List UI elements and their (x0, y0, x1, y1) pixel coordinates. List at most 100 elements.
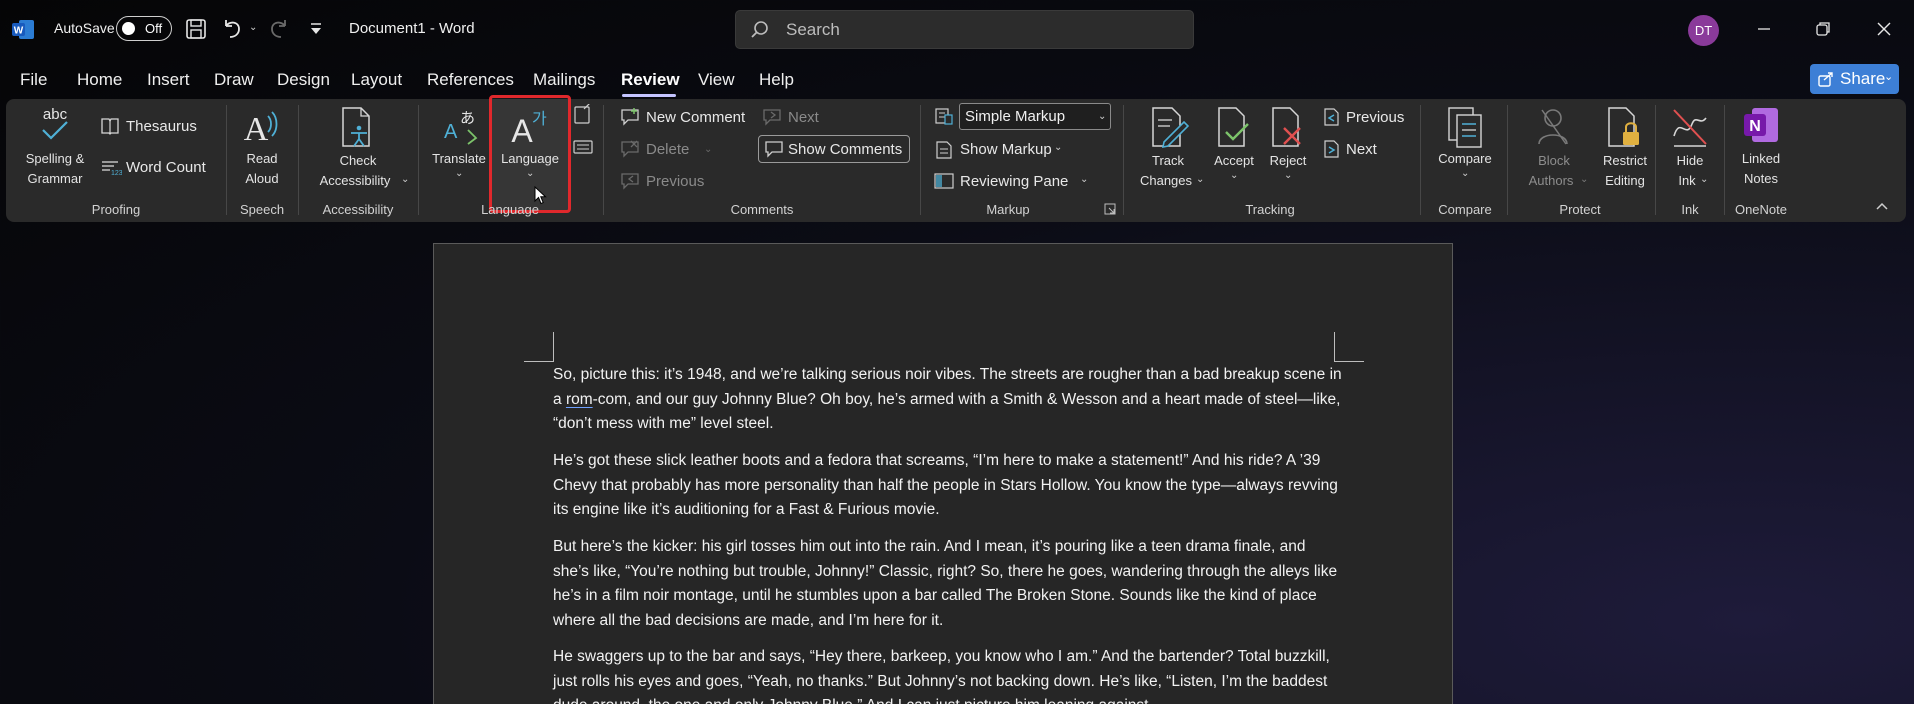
check-accessibility-button[interactable]: Check Accessibility ⌄ (303, 104, 413, 190)
tab-insert[interactable]: Insert (147, 70, 190, 90)
markup-display-value: Simple Markup (965, 108, 1066, 125)
spelling-label-1: Spelling & (25, 151, 85, 166)
search-box[interactable]: Search (735, 10, 1194, 49)
restrict-editing-label-2: Editing (1605, 173, 1645, 188)
search-icon (750, 20, 770, 40)
undo-dropdown-icon[interactable]: ⌄ (249, 22, 257, 33)
tab-file[interactable]: File (20, 70, 47, 90)
autosave-toggle[interactable]: Off (116, 16, 172, 41)
new-comment-button[interactable]: New Comment (620, 106, 750, 130)
next-comment-label: Next (788, 109, 819, 126)
block-authors-label-1: Block (1538, 153, 1570, 168)
translate-chevron-icon: ⌄ (455, 168, 464, 179)
reject-label: Reject (1269, 153, 1307, 168)
reviewing-pane-label: Reviewing Pane (960, 173, 1069, 190)
next-comment-icon (762, 108, 782, 126)
paragraph-2[interactable]: He’s got these slick leather boots and a… (553, 449, 1343, 523)
hide-ink-button[interactable]: Hide Ink ⌄ (1662, 104, 1718, 190)
group-separator (226, 105, 227, 215)
language-label: Language (501, 151, 559, 166)
svg-text:가: 가 (532, 109, 547, 128)
share-button[interactable]: Share ⌄ (1810, 64, 1899, 94)
minimize-icon[interactable] (1749, 14, 1779, 44)
linked-notes-button[interactable]: N Linked Notes (1730, 104, 1792, 190)
hide-ink-label-1: Hide (1676, 153, 1704, 168)
delete-chevron-icon: ⌄ (704, 144, 713, 155)
word-logo-icon: W (12, 19, 35, 40)
language-extra-buttons[interactable] (572, 104, 594, 154)
spelling-grammar-button[interactable]: abc Spelling & Grammar (15, 104, 95, 190)
reject-button[interactable]: Reject ⌄ (1262, 104, 1314, 190)
restore-icon[interactable] (1808, 14, 1838, 44)
accept-label: Accept (1214, 153, 1254, 168)
block-authors-chevron-icon: ⌄ (1580, 174, 1589, 185)
group-label-proofing: Proofing (91, 202, 141, 217)
tab-mailings[interactable]: Mailings (533, 70, 595, 90)
previous-comment-button[interactable]: Previous (620, 170, 710, 194)
tab-layout[interactable]: Layout (351, 70, 402, 90)
markup-display-select[interactable]: Simple Markup ⌄ (959, 103, 1111, 130)
crop-mark-top-right (1334, 332, 1364, 362)
next-comment-button[interactable]: Next (762, 106, 832, 130)
paragraph-3[interactable]: But here’s the kicker: his girl tosses h… (553, 535, 1343, 633)
group-label-language: Language (481, 202, 539, 217)
previous-change-button[interactable]: Previous (1322, 106, 1412, 130)
language-button[interactable]: A가 Language ⌄ (492, 104, 568, 190)
svg-text:W: W (14, 26, 24, 37)
read-aloud-button[interactable]: A Read Aloud (232, 104, 292, 190)
group-label-speech: Speech (239, 202, 285, 217)
group-separator (1507, 105, 1508, 215)
next-change-button[interactable]: Next (1322, 138, 1412, 162)
tab-draw[interactable]: Draw (214, 70, 254, 90)
tab-design[interactable]: Design (277, 70, 330, 90)
read-aloud-label-2: Aloud (245, 171, 279, 186)
redo-icon[interactable] (264, 14, 294, 44)
hide-ink-icon (1670, 106, 1710, 150)
accept-button[interactable]: Accept ⌄ (1206, 104, 1262, 190)
track-changes-button[interactable]: Track Changes ⌄ (1130, 104, 1206, 190)
word-count-button[interactable]: 123 Word Count (100, 157, 220, 179)
restrict-editing-button[interactable]: Restrict Editing (1592, 104, 1658, 190)
undo-icon[interactable] (217, 14, 247, 44)
collapse-ribbon-icon[interactable] (1874, 200, 1890, 212)
share-icon (1818, 71, 1834, 87)
tab-view[interactable]: View (698, 70, 735, 90)
tab-references[interactable]: References (427, 70, 514, 90)
spelling-flag-word[interactable]: rom (566, 391, 593, 408)
avatar[interactable]: DT (1688, 15, 1719, 46)
block-authors-button[interactable]: Block Authors ⌄ (1516, 104, 1592, 190)
document-page[interactable]: So, picture this: it’s 1948, and we’re t… (433, 243, 1453, 704)
markup-dialog-launcher-icon[interactable] (1104, 203, 1116, 215)
show-comments-button[interactable]: Show Comments (758, 135, 910, 163)
tab-home[interactable]: Home (77, 70, 122, 90)
accept-icon (1216, 106, 1252, 150)
accessibility-icon (339, 106, 377, 150)
group-label-comments: Comments (730, 202, 794, 217)
block-authors-icon (1536, 106, 1574, 150)
compare-button[interactable]: Compare ⌄ (1428, 104, 1502, 190)
language-icon: A가 (510, 106, 550, 146)
svg-text:A: A (511, 113, 533, 146)
svg-text:A: A (444, 121, 458, 143)
reviewing-pane-icon (934, 172, 954, 190)
group-label-compare: Compare (1438, 202, 1492, 217)
thesaurus-button[interactable]: Thesaurus (100, 116, 220, 138)
svg-text:N: N (1749, 118, 1761, 135)
active-tab-indicator (622, 94, 676, 97)
track-changes-icon (1150, 106, 1190, 150)
paragraph-1[interactable]: So, picture this: it’s 1948, and we’re t… (553, 363, 1343, 437)
tab-help[interactable]: Help (759, 70, 794, 90)
reviewing-pane-button[interactable]: Reviewing Pane ⌄ (934, 170, 1090, 194)
translate-button[interactable]: Aあ Translate ⌄ (425, 104, 493, 190)
new-comment-label: New Comment (646, 109, 746, 126)
svg-text:A: A (244, 111, 269, 146)
customize-toolbar-icon[interactable] (301, 14, 331, 44)
paragraph-4[interactable]: He swaggers up to the bar and says, “Hey… (553, 645, 1343, 704)
previous-comment-icon (620, 172, 640, 190)
tab-review[interactable]: Review (621, 70, 680, 90)
delete-comment-button[interactable]: Delete ⌄ (620, 138, 713, 162)
show-markup-button[interactable]: Show Markup ⌄ (934, 138, 1064, 162)
save-icon[interactable] (181, 14, 211, 44)
previous-change-icon (1322, 107, 1342, 127)
close-icon[interactable] (1869, 14, 1899, 44)
